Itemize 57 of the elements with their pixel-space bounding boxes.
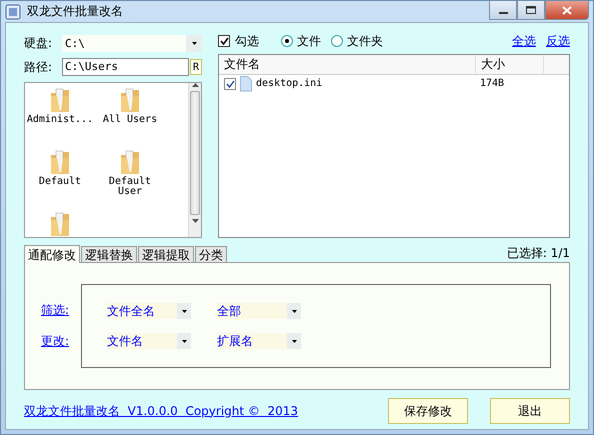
dropdown-arrow-icon	[182, 310, 186, 312]
folder-icon	[49, 87, 71, 113]
file-row[interactable]: desktop.ini 174B	[219, 75, 569, 92]
folder-icon	[119, 87, 141, 113]
selection-count: 已选择: 1/1	[506, 244, 570, 262]
tab[interactable]: 逻辑替换	[81, 246, 137, 262]
tab[interactable]: 分类	[195, 246, 227, 262]
scrollbar[interactable]	[188, 83, 201, 237]
folder-name[interactable]: Default	[38, 177, 82, 187]
type-radio[interactable]: 文件夹	[331, 32, 383, 50]
folder-name[interactable]: Administ...	[26, 115, 94, 125]
row-checkbox[interactable]	[224, 78, 236, 90]
maximize-button[interactable]	[517, 1, 545, 20]
select-link[interactable]: 全选	[512, 32, 536, 50]
maximize-icon	[526, 6, 536, 14]
scroll-down-icon	[192, 219, 198, 223]
drive-dropdown[interactable]: C:\	[62, 35, 202, 52]
folder-icon	[119, 149, 141, 175]
close-button[interactable]	[545, 1, 589, 20]
about-link[interactable]: 双龙文件批量改名 V1.0.0.0 Copyright © 2013	[24, 402, 298, 420]
dropdown-arrow-icon	[292, 310, 296, 312]
folder-name[interactable]: Default User	[95, 177, 165, 197]
close-icon	[562, 6, 572, 14]
tab[interactable]: 逻辑提取	[138, 246, 194, 262]
minimize-button[interactable]	[489, 1, 517, 20]
rule-dropdown[interactable]: 文件名	[107, 333, 191, 349]
action-button[interactable]: 保存修改	[388, 398, 468, 424]
refresh-button[interactable]: R	[190, 59, 202, 75]
window-title: 双龙文件批量改名	[27, 3, 124, 20]
type-radio[interactable]: 文件	[281, 32, 321, 50]
drive-label: 硬盘:	[24, 35, 54, 52]
rule-dropdown[interactable]: 扩展名	[217, 333, 301, 349]
check-icon	[220, 37, 228, 45]
scroll-up-icon	[192, 83, 198, 87]
tab[interactable]: 通配修改	[24, 245, 80, 263]
rule-link[interactable]: 更改:	[41, 333, 81, 350]
path-label: 路径:	[24, 58, 54, 76]
select-checkbox[interactable]: 勾选	[218, 32, 259, 50]
rule-dropdown[interactable]: 文件全名	[107, 303, 191, 319]
dropdown-arrow-icon	[292, 340, 296, 342]
rule-dropdown[interactable]: 全部	[217, 303, 301, 319]
file-icon	[240, 76, 252, 92]
folder-icon	[49, 149, 71, 175]
column-header[interactable]: 大小	[476, 56, 544, 73]
path-field[interactable]: C:\Users	[62, 58, 189, 76]
file-size: 174B	[479, 78, 504, 89]
action-button[interactable]: 退出	[490, 398, 570, 424]
dropdown-arrow-icon	[182, 340, 186, 342]
file-name: desktop.ini	[256, 78, 322, 89]
scroll-thumb[interactable]	[190, 91, 200, 215]
dropdown-arrow-icon	[192, 42, 196, 45]
check-icon	[226, 80, 234, 88]
rule-link[interactable]: 筛选:	[41, 302, 81, 319]
folder-name[interactable]: All Users	[102, 115, 158, 125]
app-icon	[5, 4, 21, 20]
select-link[interactable]: 反选	[546, 32, 570, 50]
column-header[interactable]: 文件名	[219, 56, 476, 73]
